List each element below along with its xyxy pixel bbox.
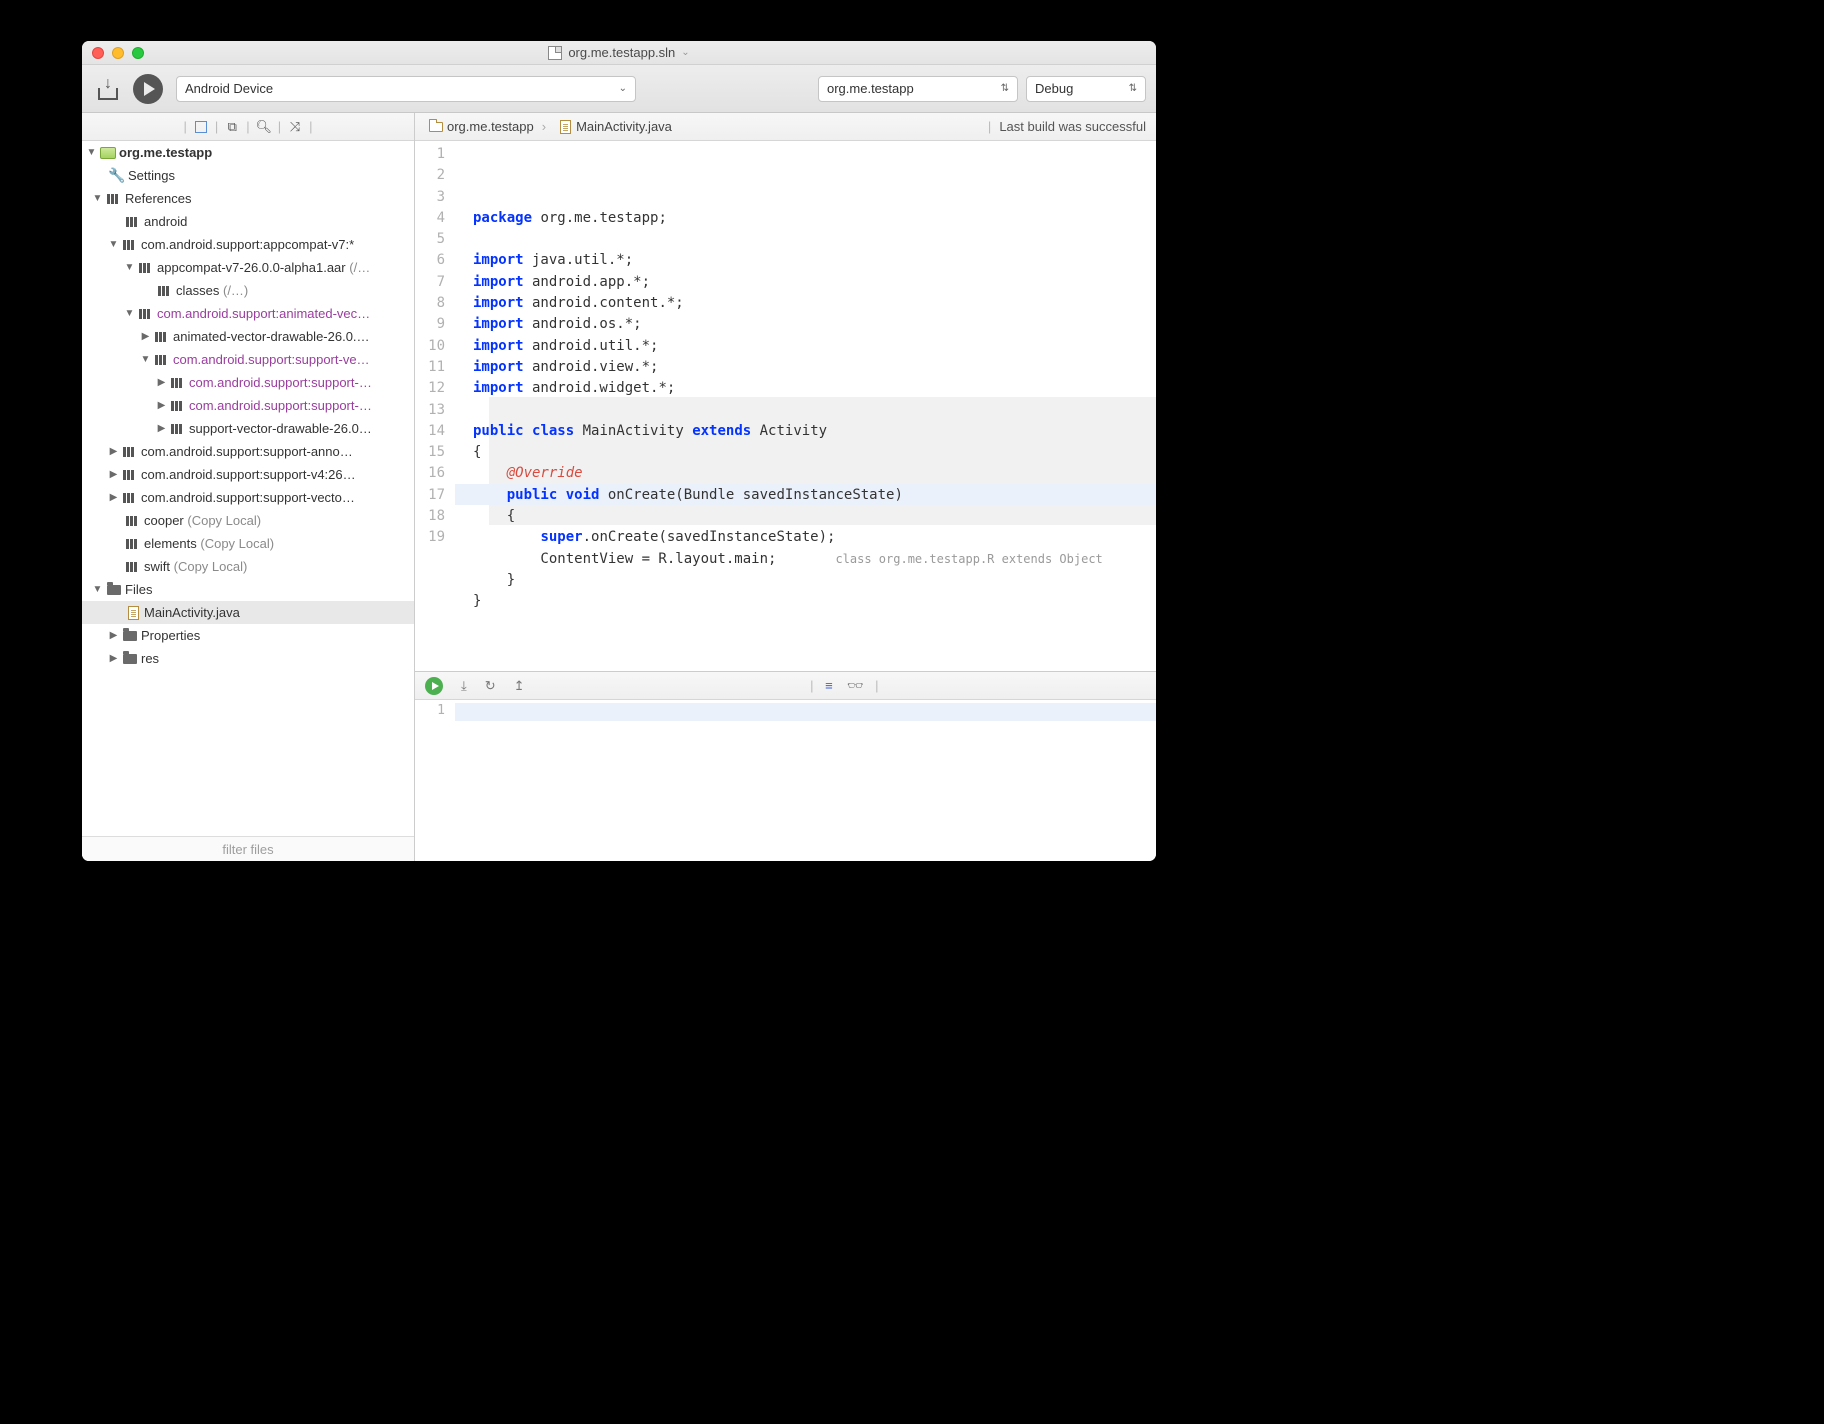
library-icon: [171, 378, 185, 388]
project-selector[interactable]: org.me.testapp ⇅: [818, 76, 1018, 102]
titlebar[interactable]: org.me.testapp.sln ⌄: [82, 41, 1156, 65]
library-icon: [139, 263, 153, 273]
run-output-icon[interactable]: [425, 677, 443, 695]
play-icon: [133, 74, 163, 104]
tree-ref-support-ve[interactable]: com.android.support:support-ve…: [82, 348, 414, 371]
line-gutter: 12345678910111213141516171819: [415, 141, 455, 671]
hierarchy-icon[interactable]: ⧉: [224, 119, 240, 135]
redo-icon[interactable]: ↻: [485, 678, 496, 694]
library-icon: [155, 355, 169, 365]
chevron-right-icon: ›: [542, 119, 546, 134]
updown-icon: ⇅: [1001, 83, 1009, 94]
window-title: org.me.testapp.sln ⌄: [82, 45, 1156, 60]
tree-ref-support-child2[interactable]: com.android.support:support-…: [82, 394, 414, 417]
build-button[interactable]: [92, 73, 124, 105]
file-icon: [560, 120, 571, 134]
project-sidebar: | | ⧉ | 🔍︎ | ⤨ | org.me.testapp 🔧Setting…: [82, 113, 415, 861]
shuffle-icon[interactable]: ⤨: [287, 119, 303, 135]
library-icon: [155, 332, 169, 342]
editor-area: org.me.testapp › MainActivity.java |Last…: [415, 113, 1156, 861]
tree-ref-appcompat[interactable]: com.android.support:appcompat-v7:*: [82, 233, 414, 256]
library-icon: [123, 470, 137, 480]
tree-ref-support-child1[interactable]: com.android.support:support-…: [82, 371, 414, 394]
tree-ref-animated-drawable[interactable]: animated-vector-drawable-26.0.…: [82, 325, 414, 348]
code-content[interactable]: package org.me.testapp; import java.util…: [455, 141, 1156, 671]
library-icon: [126, 516, 140, 526]
tree-project-root[interactable]: org.me.testapp: [82, 141, 414, 164]
project-tree[interactable]: org.me.testapp 🔧Settings References andr…: [82, 141, 414, 836]
ide-window: org.me.testapp.sln ⌄ Android Device ⌄ or…: [82, 41, 1156, 861]
breadcrumb-project[interactable]: org.me.testapp: [447, 119, 534, 134]
chevron-down-icon: ⌄: [619, 83, 627, 94]
library-icon: [123, 240, 137, 250]
tree-ref-elements[interactable]: elements (Copy Local): [82, 532, 414, 555]
library-icon: [139, 309, 153, 319]
library-icon: [126, 562, 140, 572]
library-icon: [123, 447, 137, 457]
tree-ref-cooper[interactable]: cooper (Copy Local): [82, 509, 414, 532]
folder-icon: [123, 631, 137, 641]
library-icon: [107, 194, 121, 204]
tree-ref-support-v4[interactable]: com.android.support:support-v4:26…: [82, 463, 414, 486]
glasses-icon[interactable]: 👓︎: [847, 678, 864, 694]
search-icon[interactable]: 🔍︎: [256, 119, 272, 135]
type-hint: class org.me.testapp.R extends Object: [835, 552, 1102, 566]
tree-references[interactable]: References: [82, 187, 414, 210]
project-icon: [100, 147, 116, 159]
build-status: Last build was successful: [999, 119, 1146, 134]
library-icon: [126, 539, 140, 549]
tree-ref-support-anno[interactable]: com.android.support:support-anno…: [82, 440, 414, 463]
library-icon: [123, 493, 137, 503]
run-button[interactable]: [132, 73, 164, 105]
tree-ref-classes[interactable]: classes (/…): [82, 279, 414, 302]
tree-settings[interactable]: 🔧Settings: [82, 164, 414, 187]
window-title-text: org.me.testapp.sln: [568, 45, 675, 60]
file-icon: [128, 606, 139, 620]
lines-icon[interactable]: ≡: [825, 678, 832, 693]
build-icon: [96, 78, 120, 100]
folder-icon: [429, 122, 443, 132]
code-editor[interactable]: 12345678910111213141516171819 package or…: [415, 141, 1156, 671]
title-dropdown-icon[interactable]: ⌄: [681, 47, 689, 58]
project-selector-label: org.me.testapp: [827, 81, 914, 96]
library-icon: [171, 424, 185, 434]
sidebar-toolbar: | | ⧉ | 🔍︎ | ⤨ |: [82, 113, 414, 141]
output-panel: ⤓ ↻ ↥ | ≡ 👓︎ | 1: [415, 671, 1156, 861]
filter-input[interactable]: filter files: [82, 836, 414, 861]
tree-ref-android[interactable]: android: [82, 210, 414, 233]
wrench-icon: 🔧: [109, 169, 125, 183]
tree-ref-swift[interactable]: swift (Copy Local): [82, 555, 414, 578]
config-selector-label: Debug: [1035, 81, 1073, 96]
tree-file-mainactivity[interactable]: MainActivity.java: [82, 601, 414, 624]
device-selector-label: Android Device: [185, 81, 273, 96]
folder-icon: [123, 654, 137, 664]
tree-folder-res[interactable]: res: [82, 647, 414, 670]
library-icon: [158, 286, 172, 296]
library-icon: [126, 217, 140, 227]
tree-files[interactable]: Files: [82, 578, 414, 601]
main-toolbar: Android Device ⌄ org.me.testapp ⇅ Debug …: [82, 65, 1156, 113]
config-selector[interactable]: Debug ⇅: [1026, 76, 1146, 102]
device-selector[interactable]: Android Device ⌄: [176, 76, 636, 102]
folder-icon: [107, 585, 121, 595]
breadcrumb: org.me.testapp › MainActivity.java |Last…: [415, 113, 1156, 141]
output-content[interactable]: 1: [415, 700, 1156, 861]
view-mode-icon[interactable]: [193, 119, 209, 135]
tree-ref-support-vector-draw[interactable]: support-vector-drawable-26.0…: [82, 417, 414, 440]
document-icon: [548, 46, 562, 60]
tree-ref-support-vecto[interactable]: com.android.support:support-vecto…: [82, 486, 414, 509]
tree-folder-properties[interactable]: Properties: [82, 624, 414, 647]
updown-icon: ⇅: [1129, 83, 1137, 94]
download-icon[interactable]: ⤓: [461, 678, 467, 694]
tree-ref-appcompat-aar[interactable]: appcompat-v7-26.0.0-alpha1.aar (/…: [82, 256, 414, 279]
breadcrumb-file[interactable]: MainActivity.java: [576, 119, 672, 134]
panel-toolbar: ⤓ ↻ ↥ | ≡ 👓︎ |: [415, 672, 1156, 700]
upload-icon[interactable]: ↥: [514, 678, 525, 694]
library-icon: [171, 401, 185, 411]
tree-ref-animated[interactable]: com.android.support:animated-vec…: [82, 302, 414, 325]
